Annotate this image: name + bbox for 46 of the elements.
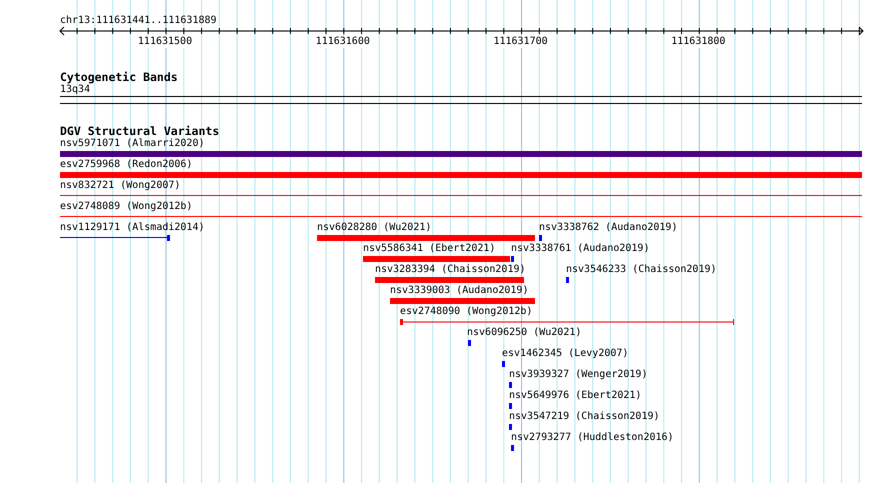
variant-label: nsv3939327 (Wenger2019)	[509, 369, 648, 381]
variant-label: nsv832721 (Wong2007)	[60, 180, 180, 192]
variant-bar[interactable]	[375, 277, 524, 283]
variant-marker[interactable]	[511, 256, 514, 262]
variant-label: nsv5971071 (Almarri2020)	[60, 138, 204, 150]
variant-label: nsv5649976 (Ebert2021)	[509, 390, 642, 402]
variant-label: nsv3547219 (Chaisson2019)	[509, 411, 660, 423]
variant-marker[interactable]	[509, 382, 512, 388]
variant-marker[interactable]	[502, 361, 505, 367]
variant-label: nsv3339003 (Audano2019)	[390, 285, 528, 297]
variant-label: esv1462345 (Levy2007)	[502, 348, 628, 360]
variant-line[interactable]	[60, 195, 862, 196]
variant-label: nsv5586341 (Ebert2021)	[363, 243, 496, 255]
variant-label: nsv2793277 (Huddleston2016)	[511, 432, 674, 444]
variant-marker[interactable]	[509, 424, 512, 430]
variant-marker[interactable]	[509, 403, 512, 409]
variant-line[interactable]	[60, 216, 862, 217]
track-title: DGV Structural Variants	[60, 124, 220, 138]
variant-bar[interactable]	[317, 235, 535, 241]
tick-label: 111631700	[493, 36, 548, 48]
tick-label: 111631600	[316, 36, 370, 48]
variant-label: nsv6028280 (Wu2021)	[317, 222, 432, 234]
tick-label: 111631500	[138, 36, 192, 48]
tick-label: 111631800	[671, 36, 726, 48]
track-title: Cytogenetic Bands	[60, 70, 179, 84]
variant-label: nsv3338762 (Audano2019)	[539, 222, 678, 234]
variant-marker[interactable]	[511, 445, 514, 451]
variant-bar[interactable]	[60, 151, 862, 157]
variant-bar[interactable]	[60, 172, 862, 178]
variant-span[interactable]	[60, 235, 170, 241]
variant-span[interactable]	[400, 319, 734, 325]
band-label: 13q34	[60, 84, 92, 96]
variant-label: nsv1129171 (Alsmadi2014)	[60, 222, 204, 234]
variant-label: esv2759968 (Redon2006)	[60, 159, 192, 171]
variant-bar[interactable]	[390, 298, 535, 304]
variant-bar[interactable]	[363, 256, 510, 262]
location-label: chr13:111631441..111631889	[60, 14, 218, 28]
variant-label: nsv6096250 (Wu2021)	[467, 327, 582, 339]
variant-label: esv2748089 (Wong2012b)	[60, 201, 192, 213]
variant-label: esv2748090 (Wong2012b)	[400, 306, 532, 318]
variant-marker[interactable]	[539, 235, 542, 241]
variant-label: nsv3546233 (Chaisson2019)	[566, 264, 717, 276]
variant-marker[interactable]	[468, 340, 471, 346]
variant-marker[interactable]	[566, 277, 569, 283]
variant-label: nsv3338761 (Audano2019)	[511, 243, 650, 255]
variant-label: nsv3283394 (Chaisson2019)	[375, 264, 526, 276]
